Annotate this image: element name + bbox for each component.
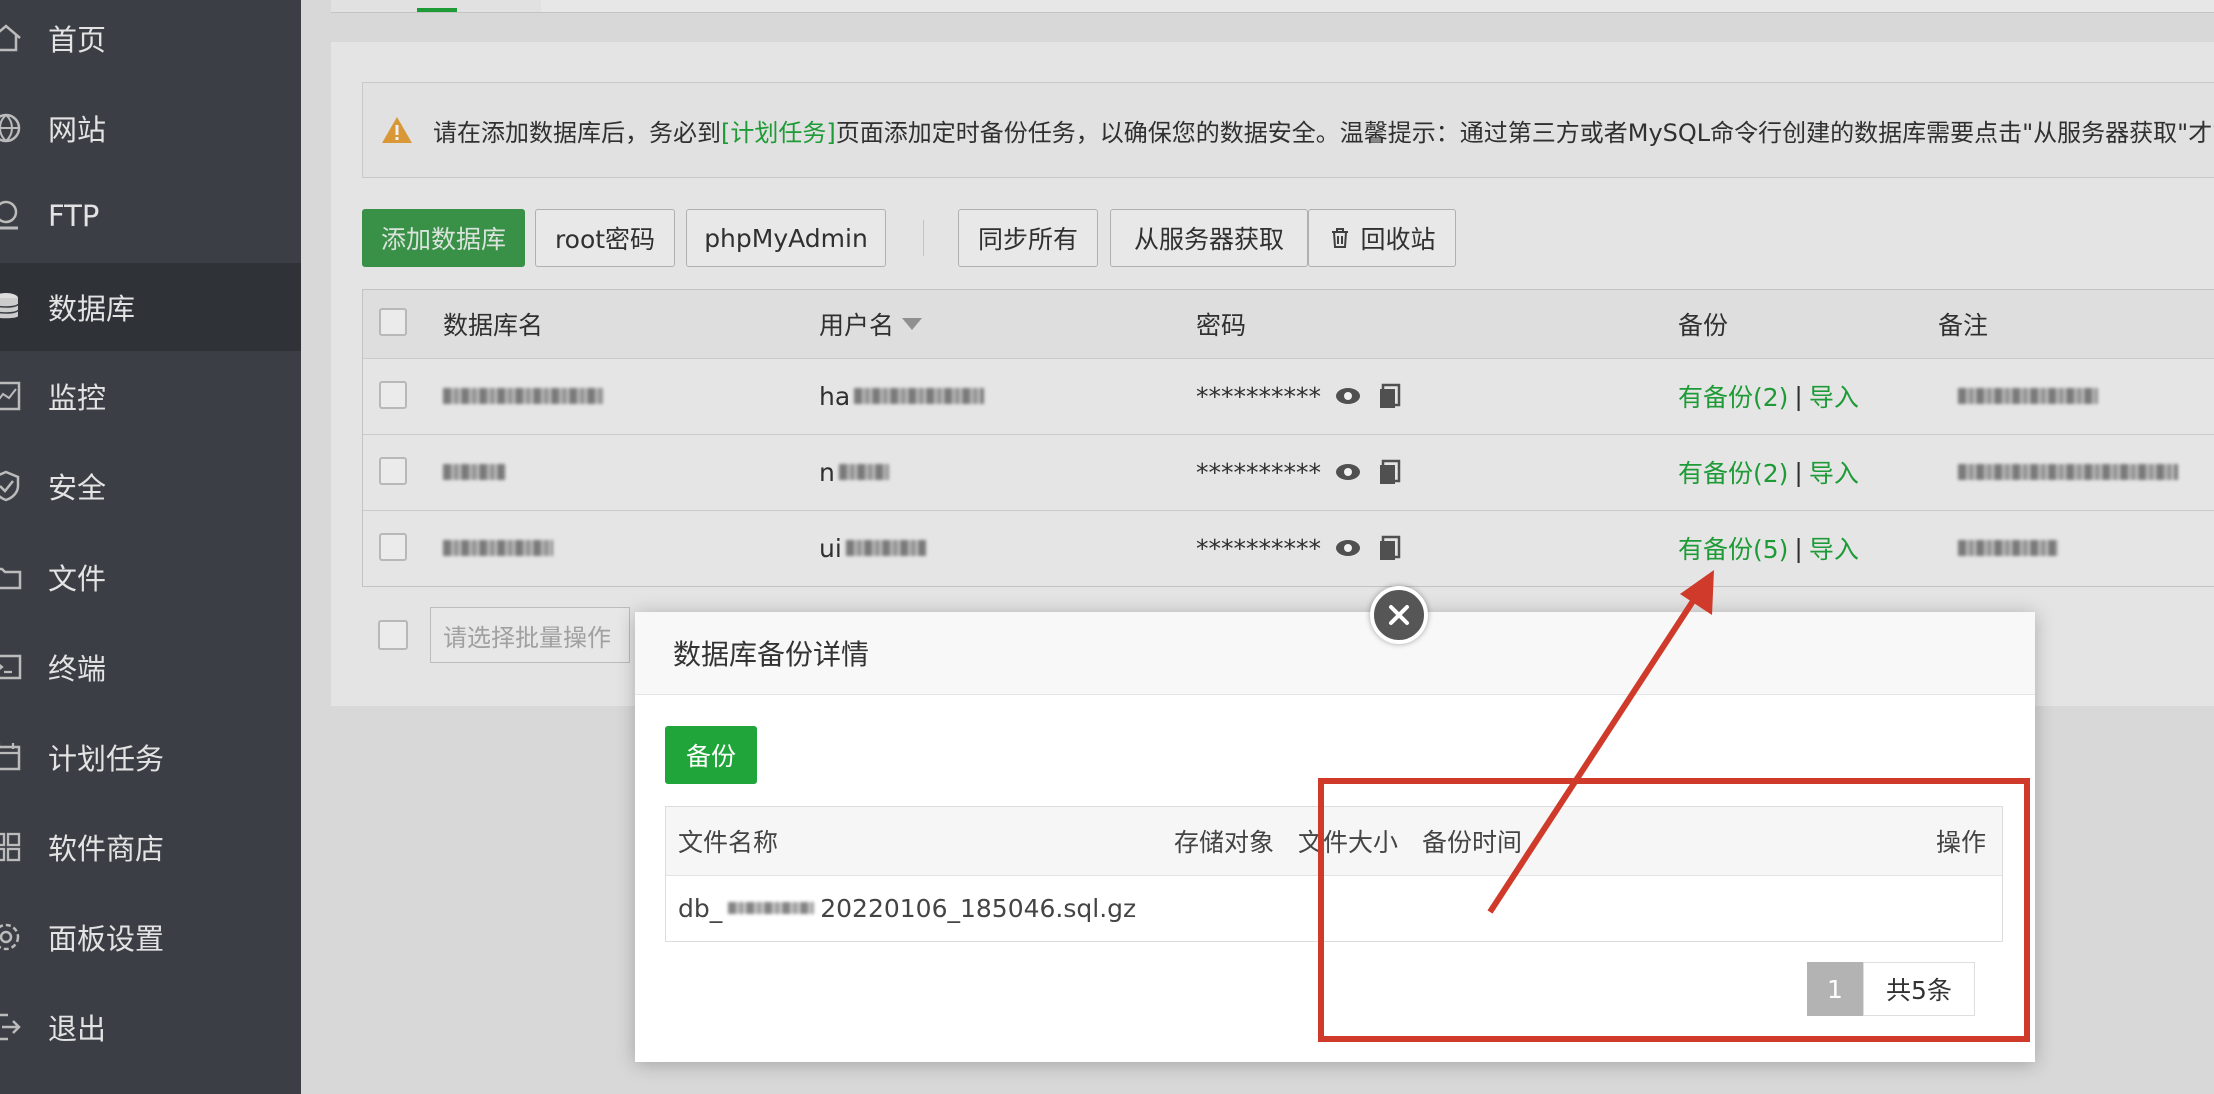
logout-icon [0,1009,24,1045]
sidebar-item-label: 退出 [48,1012,107,1046]
sidebar-item-ftp[interactable]: FTP [0,172,301,260]
gear-icon [0,919,24,955]
sidebar-item-home[interactable]: 首页 [0,0,301,82]
sidebar-item-label: 软件商店 [48,832,165,866]
home-icon [0,20,24,56]
sidebar-item-label: 文件 [48,562,107,596]
sidebar-item-security[interactable]: 安全 [0,442,301,530]
sidebar-item-monitor[interactable]: 监控 [0,352,301,440]
grid-icon [0,829,24,865]
monitor-icon [0,378,24,414]
backup-filename: db_ 20220106_185046.sql.gz [678,893,1137,923]
sidebar-item-label: 安全 [48,471,107,505]
database-icon [0,289,24,325]
sidebar-item-label: 数据库 [48,292,136,326]
sidebar-item-settings[interactable]: 面板设置 [0,893,301,981]
sidebar-item-database[interactable]: 数据库 [0,263,301,351]
globe-icon [0,110,24,146]
header-filename: 文件名称 [678,828,779,857]
calendar-icon [0,739,24,775]
sidebar: 首页 网站 FTP 数据库 监控 安全 文件 终端 计划任务 软件商店 面板设置 [0,0,301,1094]
sidebar-item-website[interactable]: 网站 [0,84,301,172]
sidebar-item-label: 计划任务 [48,742,165,776]
sidebar-item-files[interactable]: 文件 [0,533,301,621]
sidebar-item-label: 监控 [48,381,107,415]
sidebar-item-label: 首页 [48,23,107,57]
sidebar-item-store[interactable]: 软件商店 [0,803,301,891]
sidebar-item-logout[interactable]: 退出 [0,983,301,1071]
modal-close-button[interactable] [1370,586,1428,644]
sidebar-item-label: 面板设置 [48,922,165,956]
sidebar-item-label: FTP [48,199,100,233]
sidebar-item-terminal[interactable]: 终端 [0,623,301,711]
sidebar-item-cron[interactable]: 计划任务 [0,713,301,801]
modal-header: 数据库备份详情 [635,612,2035,695]
modal-title: 数据库备份详情 [673,638,870,671]
annotation-highlight-box [1318,778,2030,1042]
header-storage: 存储对象 [1174,828,1275,857]
ftp-icon [0,198,24,234]
sidebar-item-label: 终端 [48,652,107,686]
close-icon [1389,605,1409,625]
terminal-icon [0,649,24,685]
backup-button[interactable]: 备份 [665,726,757,784]
shield-icon [0,468,24,504]
folder-icon [0,559,24,595]
sidebar-item-label: 网站 [48,113,107,147]
